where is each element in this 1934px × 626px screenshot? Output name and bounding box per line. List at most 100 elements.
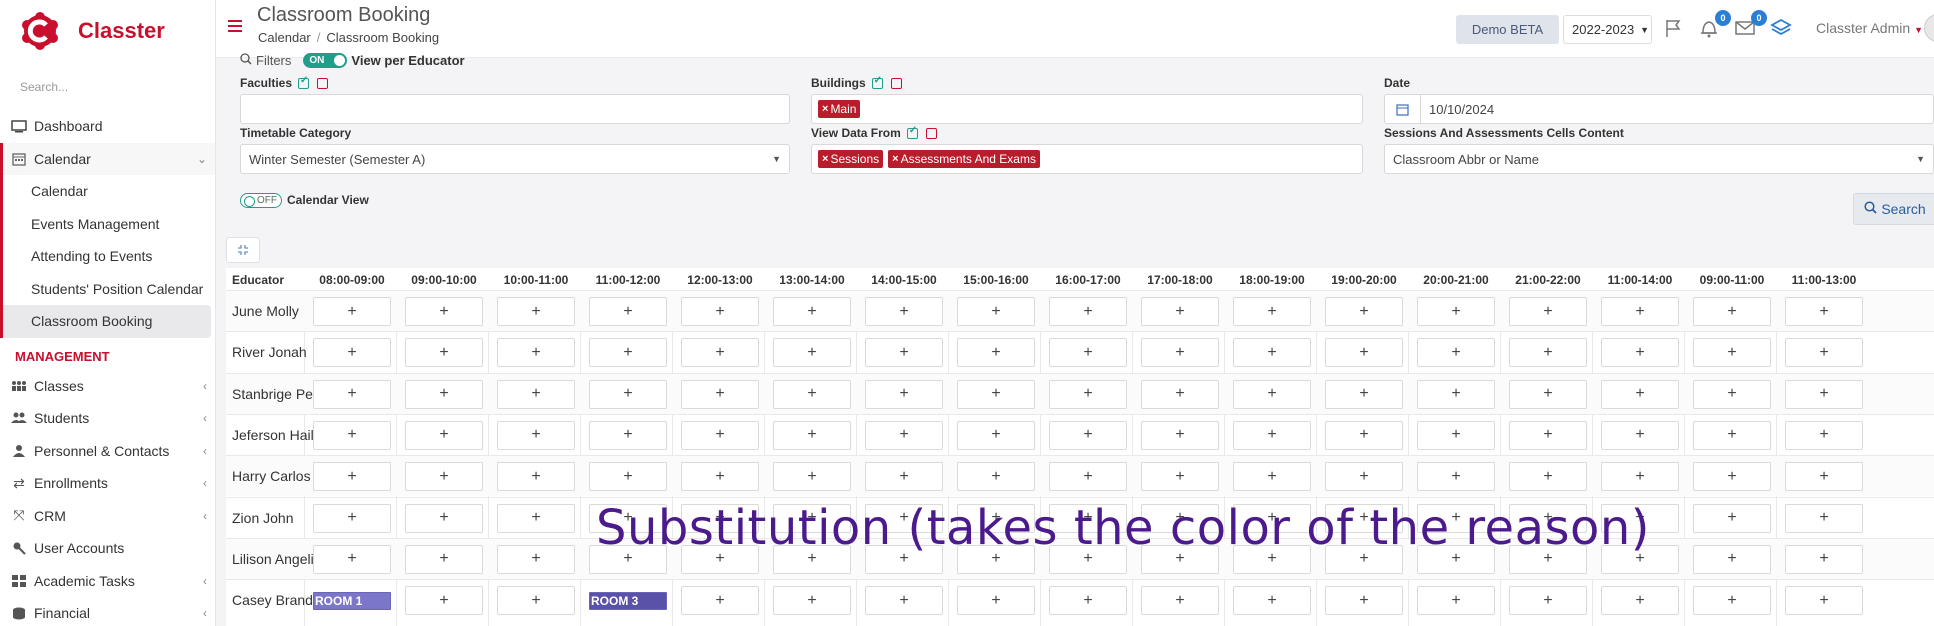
add-booking-button[interactable]: + (1785, 297, 1863, 326)
add-booking-button[interactable]: + (773, 586, 851, 616)
sidebar-item-user-accounts[interactable]: User Accounts (0, 532, 215, 565)
add-booking-button[interactable]: + (497, 420, 575, 450)
compress-icon[interactable] (226, 237, 260, 263)
add-booking-button[interactable]: + (957, 338, 1035, 368)
add-booking-button[interactable]: + (1785, 420, 1863, 450)
sidebar-subitem-classroom-booking[interactable]: Classroom Booking (0, 305, 211, 338)
add-booking-button[interactable]: + (405, 503, 483, 533)
calendar-view-toggle[interactable]: OFF (240, 193, 282, 208)
add-booking-button[interactable]: + (313, 420, 391, 450)
add-booking-button[interactable]: + (681, 338, 759, 368)
add-booking-button[interactable]: + (1417, 379, 1495, 409)
view-data-tag-sessions[interactable]: × Sessions (818, 150, 884, 168)
breadcrumb-item-calendar[interactable]: Calendar (258, 30, 311, 45)
add-booking-button[interactable]: + (405, 297, 483, 326)
add-booking-button[interactable]: + (1325, 379, 1403, 409)
select-all-checkbox-icon[interactable] (871, 75, 883, 89)
mail-icon[interactable]: 0 (1733, 10, 1767, 40)
add-booking-button[interactable]: + (405, 462, 483, 492)
add-booking-button[interactable]: + (405, 338, 483, 368)
add-booking-button[interactable]: + (1049, 338, 1127, 368)
filters-label[interactable]: Filters (256, 53, 291, 68)
add-booking-button[interactable]: + (1233, 586, 1311, 616)
room-booking[interactable]: ROOM 3 (589, 592, 667, 611)
add-booking-button[interactable]: + (1601, 462, 1679, 492)
sidebar-search-input[interactable]: Search... (0, 62, 215, 102)
add-booking-button[interactable]: + (1785, 379, 1863, 409)
add-booking-button[interactable]: + (1509, 586, 1587, 616)
add-booking-button[interactable]: + (865, 420, 943, 450)
add-booking-button[interactable]: + (497, 586, 575, 616)
add-booking-button[interactable]: + (1417, 338, 1495, 368)
select-all-checkbox-icon[interactable] (298, 75, 310, 89)
add-booking-button[interactable]: + (865, 297, 943, 326)
add-booking-button[interactable]: + (1693, 420, 1771, 450)
add-booking-button[interactable]: + (773, 420, 851, 450)
user-menu[interactable]: Classter Admin ▼ (1816, 20, 1923, 36)
add-booking-button[interactable]: + (1417, 420, 1495, 450)
sidebar-item-calendar[interactable]: Calendar ⌄ (0, 142, 215, 175)
add-booking-button[interactable]: + (1325, 297, 1403, 326)
select-all-checkbox-icon[interactable] (906, 125, 918, 139)
add-booking-button[interactable]: + (1601, 297, 1679, 326)
add-booking-button[interactable]: + (1325, 338, 1403, 368)
add-booking-button[interactable]: + (1785, 462, 1863, 492)
add-booking-button[interactable]: + (1417, 297, 1495, 326)
sidebar-item-students[interactable]: Students ‹ (0, 402, 215, 435)
add-booking-button[interactable]: + (313, 338, 391, 368)
faculties-input[interactable] (240, 94, 790, 124)
add-booking-button[interactable]: + (1509, 462, 1587, 492)
add-booking-button[interactable]: + (1049, 462, 1127, 492)
add-booking-button[interactable]: + (1141, 420, 1219, 450)
add-booking-button[interactable]: + (589, 420, 667, 450)
add-booking-button[interactable]: + (405, 544, 483, 574)
logo[interactable]: Classter (0, 0, 215, 62)
view-per-educator-toggle[interactable]: ON (303, 53, 348, 68)
add-booking-button[interactable]: + (773, 379, 851, 409)
clear-all-checkbox-icon[interactable] (925, 127, 937, 139)
add-booking-button[interactable]: + (1233, 462, 1311, 492)
buildings-tag[interactable]: × Main (818, 100, 861, 118)
add-booking-button[interactable]: + (1417, 462, 1495, 492)
add-booking-button[interactable]: + (865, 462, 943, 492)
add-booking-button[interactable]: + (1233, 338, 1311, 368)
add-booking-button[interactable]: + (1693, 462, 1771, 492)
academic-year-select[interactable]: 2022-2023 ▼ (1563, 15, 1652, 44)
add-booking-button[interactable]: + (1325, 462, 1403, 492)
sidebar-item-enrollments[interactable]: ⇄ Enrollments ‹ (0, 467, 215, 500)
buildings-input[interactable]: × Main (811, 94, 1363, 124)
add-booking-button[interactable]: + (957, 379, 1035, 409)
add-booking-button[interactable]: + (1509, 297, 1587, 326)
add-booking-button[interactable]: + (1049, 586, 1127, 616)
add-booking-button[interactable]: + (1601, 586, 1679, 616)
add-booking-button[interactable]: + (405, 420, 483, 450)
add-booking-button[interactable]: + (1785, 503, 1863, 533)
add-booking-button[interactable]: + (1049, 420, 1127, 450)
add-booking-button[interactable]: + (313, 379, 391, 409)
sidebar-item-dashboard[interactable]: Dashboard (0, 110, 215, 143)
remove-tag-icon[interactable]: × (822, 153, 828, 165)
avatar[interactable] (1924, 14, 1934, 42)
add-booking-button[interactable]: + (773, 462, 851, 492)
cells-content-select[interactable]: Classroom Abbr or Name ▼ (1384, 144, 1934, 174)
add-booking-button[interactable]: + (681, 297, 759, 326)
add-booking-button[interactable]: + (1601, 338, 1679, 368)
add-booking-button[interactable]: + (405, 586, 483, 616)
sidebar-item-financial[interactable]: Financial ‹ (0, 597, 215, 626)
add-booking-button[interactable]: + (957, 462, 1035, 492)
add-booking-button[interactable]: + (681, 462, 759, 492)
sidebar-subitem-students-position-calendar[interactable]: Students' Position Calendar (0, 272, 215, 305)
add-booking-button[interactable]: + (1509, 338, 1587, 368)
add-booking-button[interactable]: + (681, 420, 759, 450)
add-booking-button[interactable]: + (1049, 297, 1127, 326)
add-booking-button[interactable]: + (313, 462, 391, 492)
clear-all-checkbox-icon[interactable] (890, 77, 902, 89)
add-booking-button[interactable]: + (1693, 544, 1771, 574)
add-booking-button[interactable]: + (1417, 586, 1495, 616)
add-booking-button[interactable]: + (313, 297, 391, 326)
add-booking-button[interactable]: + (589, 379, 667, 409)
add-booking-button[interactable]: + (1141, 338, 1219, 368)
add-booking-button[interactable]: + (497, 462, 575, 492)
add-booking-button[interactable]: + (1693, 586, 1771, 616)
search-button[interactable]: Search (1853, 193, 1934, 225)
